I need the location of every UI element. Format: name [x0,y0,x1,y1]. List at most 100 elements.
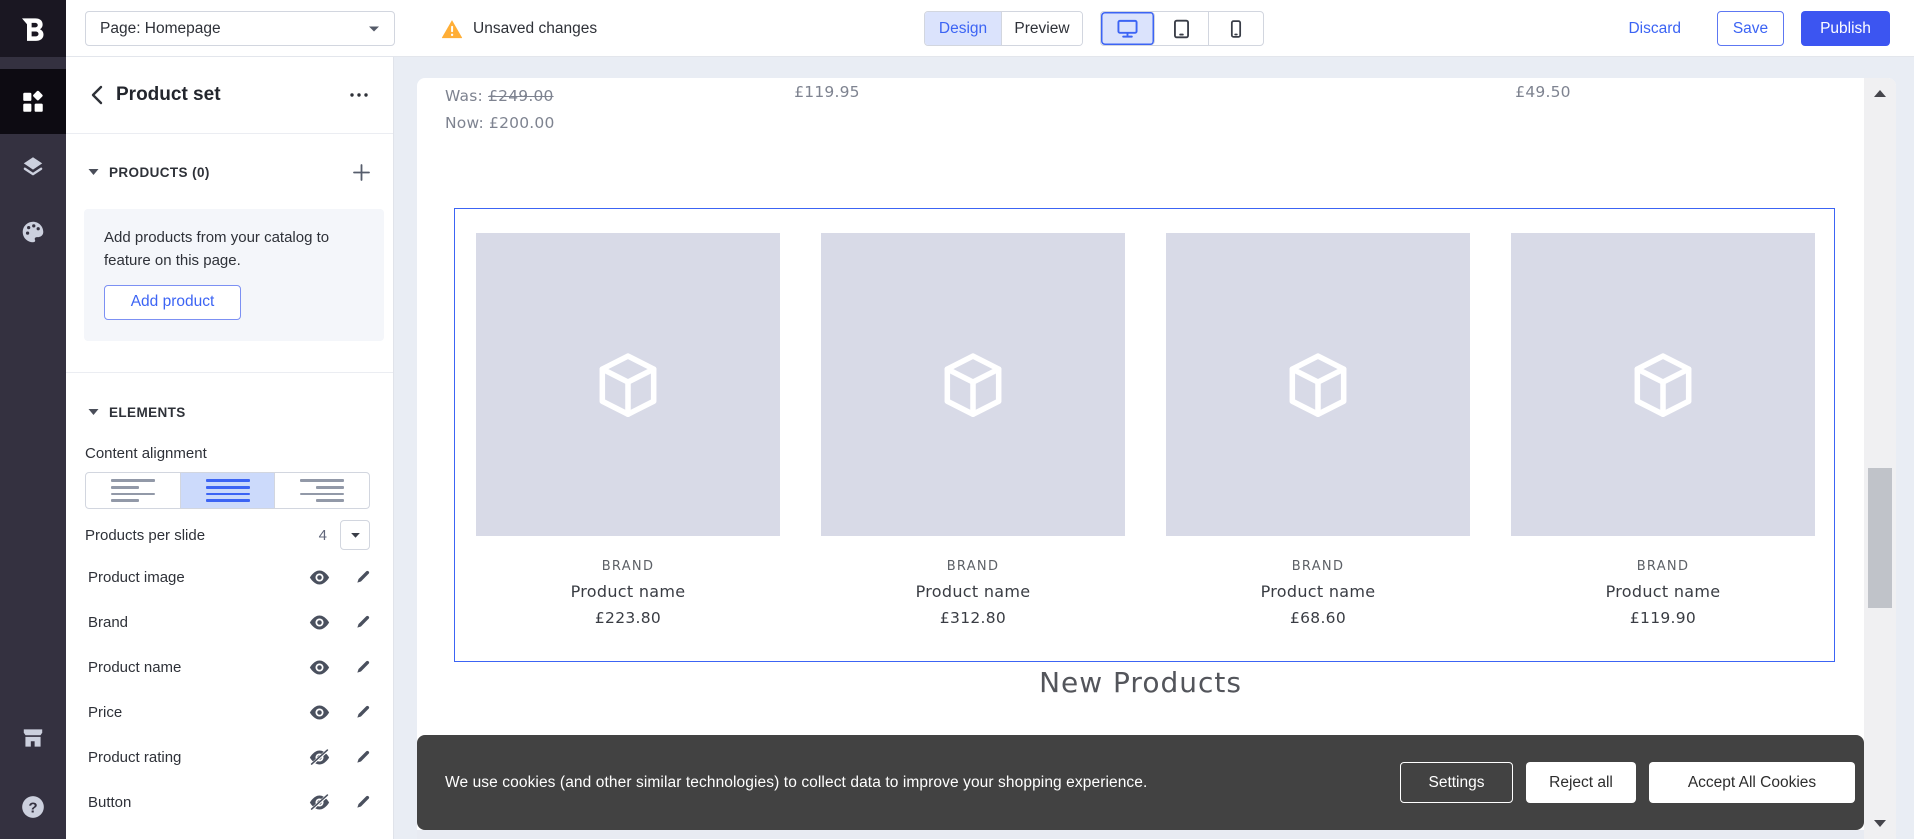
sale-price-remnant: Was: £249.00 Now: £200.00 [445,83,555,137]
tablet-icon [1174,19,1189,38]
visibility-toggle[interactable] [309,794,330,811]
element-label: Product image [88,569,185,586]
discard-button[interactable]: Discard [1628,20,1681,38]
products-per-slide-row: Products per slide 4 [85,518,370,552]
elements-section-header[interactable]: ELEMENTS [88,399,371,425]
product-card[interactable]: BRAND Product name £68.60 [1166,233,1470,661]
section-caret-icon [88,169,99,175]
element-row-brand: Brand [88,600,371,645]
edit-pencil-icon [357,795,370,808]
bigcommerce-logo-icon[interactable] [0,0,66,57]
products-per-slide-dropdown[interactable] [340,520,370,550]
edit-element-button[interactable] [353,704,371,722]
rail-item-theme-styles[interactable] [0,199,66,264]
product-price: £119.90 [1629,609,1697,627]
save-button[interactable]: Save [1717,11,1784,46]
product-card[interactable]: BRAND Product name £223.80 [476,233,780,661]
edit-element-button[interactable] [353,794,371,812]
chevron-left-icon [91,85,103,105]
page-builder: Page: Homepage Unsaved changes Design Pr… [0,0,1914,839]
scroll-down-arrow[interactable] [1874,820,1886,827]
element-row-product-name: Product name [88,645,371,690]
storefront-icon [23,728,43,747]
cube-icon [944,352,1002,417]
align-center-icon [205,479,250,502]
rail-item-storefront[interactable] [0,705,66,770]
product-card[interactable]: BRAND Product name £312.80 [821,233,1125,661]
visibility-toggle[interactable] [309,749,330,766]
product-brand: BRAND [946,559,1000,574]
edit-element-button[interactable] [353,749,371,767]
element-row-button: Button [88,780,371,825]
edit-element-button[interactable] [353,569,371,587]
element-label: Price [88,704,123,721]
eye-icon [309,615,330,630]
rail-item-widgets[interactable] [0,69,66,134]
visibility-toggle[interactable] [309,615,330,630]
section-heading: New Products [1039,666,1242,699]
scrollbar-thumb[interactable] [1868,468,1892,608]
edit-pencil-icon [357,570,370,583]
element-row-price: Price [88,690,371,735]
more-options-icon[interactable] [349,92,369,98]
price-remnant: £119.95 [794,83,860,101]
product-image-placeholder [1166,233,1470,536]
edit-pencil-icon [357,615,370,628]
visibility-toggle[interactable] [309,660,330,675]
product-image-placeholder [1511,233,1815,536]
product-image-placeholder [821,233,1125,536]
device-preview-toggle [1100,11,1264,46]
page-selector-dropdown[interactable]: Page: Homepage [85,11,395,46]
product-price: £223.80 [594,609,662,627]
edit-pencil-icon [357,660,370,673]
mobile-view-button[interactable] [1209,12,1263,45]
preview-scrollbar [1864,78,1896,839]
palette-icon [22,221,44,242]
add-products-plus-icon[interactable] [352,163,371,182]
element-label: Product rating [88,749,182,766]
product-card[interactable]: BRAND Product name £119.90 [1511,233,1815,661]
desktop-view-button[interactable] [1101,12,1155,45]
panel-header: Product set [66,57,393,134]
product-set-block-selected[interactable]: BRAND Product name £223.80 BRAND Product… [454,208,1835,662]
tab-design[interactable]: Design [925,12,1001,45]
layers-icon [23,156,43,175]
tab-preview[interactable]: Preview [1001,12,1082,45]
cookie-settings-button[interactable]: Settings [1400,762,1513,803]
scroll-up-arrow[interactable] [1874,90,1886,97]
page-footer-strip [417,830,1864,839]
edit-element-button[interactable] [353,614,371,632]
settings-panel: Product set PRODUCTS (0) Add products fr… [66,57,394,839]
panel-divider [66,372,393,373]
product-brand: BRAND [1636,559,1690,574]
back-button[interactable] [90,85,103,105]
visibility-toggle[interactable] [309,705,330,720]
cube-icon [1289,352,1347,417]
mobile-icon [1230,19,1242,38]
section-caret-icon [88,409,99,415]
storefront-preview: Was: £249.00 Now: £200.00 £119.95 £49.50… [417,78,1896,839]
cookie-reject-all-button[interactable]: Reject all [1526,762,1636,803]
products-empty-text: Add products from your catalog to featur… [104,229,330,270]
rail-item-help[interactable]: ? [0,774,66,839]
edit-element-button[interactable] [353,659,371,677]
cookie-accept-all-button[interactable]: Accept All Cookies [1649,762,1855,803]
product-name: Product name [570,582,686,601]
product-brand: BRAND [1291,559,1345,574]
tablet-view-button[interactable] [1155,12,1209,45]
eye-icon [309,660,330,675]
visibility-toggle[interactable] [309,570,330,585]
align-center-button[interactable] [180,473,276,508]
products-section-header[interactable]: PRODUCTS (0) [88,159,371,185]
edit-pencil-icon [357,705,370,718]
products-empty-state: Add products from your catalog to featur… [84,209,384,341]
cube-icon [1634,352,1692,417]
align-left-button[interactable] [86,473,181,508]
product-image-placeholder [476,233,780,536]
publish-button[interactable]: Publish [1801,11,1890,46]
rail-item-layers[interactable] [0,134,66,199]
add-product-button[interactable]: Add product [104,284,241,320]
align-right-button[interactable] [275,473,369,508]
element-row-product-rating: Product rating [88,735,371,780]
elements-section-heading: ELEMENTS [109,404,186,420]
